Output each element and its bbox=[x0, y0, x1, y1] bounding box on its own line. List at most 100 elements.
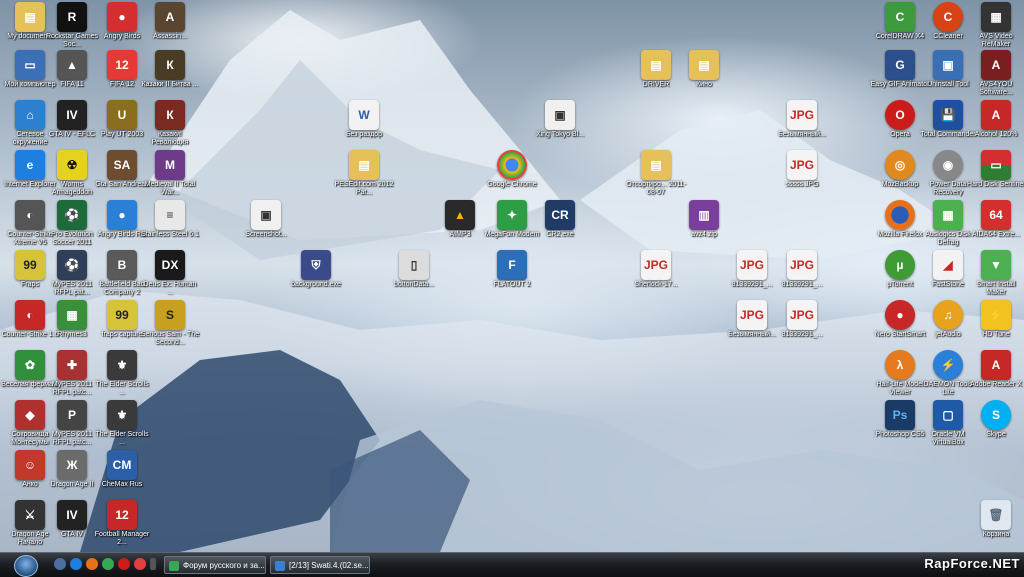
desktop-icon-stainless-steel[interactable]: ≡ Stainless Steel 6.1 bbox=[140, 200, 200, 239]
battlefield-icon: B bbox=[107, 250, 137, 280]
show-desktop-icon[interactable] bbox=[54, 558, 66, 570]
recycle-bin-icon: 🗑 bbox=[981, 500, 1011, 530]
desktop-icon-bottondata[interactable]: ▯ bottonData... bbox=[384, 250, 444, 289]
desktop-icon-otsortirovano[interactable]: ▤ Отсортиро... 2011-08-07 bbox=[626, 150, 686, 197]
game-character-icon: ☺ bbox=[15, 450, 45, 480]
folder-icon: ▤ bbox=[641, 50, 671, 80]
desktop-icon-deus-ex[interactable]: DX Deus Ex: Human ... bbox=[140, 250, 200, 297]
chrome-icon bbox=[169, 561, 179, 571]
jpg-file-icon: JPG bbox=[787, 300, 817, 330]
icon-label: Stainless Steel 6.1 bbox=[141, 231, 199, 238]
firefox-icon bbox=[885, 200, 915, 230]
deus-ex-icon: DX bbox=[155, 250, 185, 280]
chrome-quicklaunch-icon[interactable] bbox=[102, 558, 114, 570]
opera-quicklaunch-icon[interactable] bbox=[118, 558, 130, 570]
desktop-icon-avz-zip[interactable]: ▥ avz4.zip bbox=[674, 200, 734, 239]
unreal-icon: U bbox=[107, 100, 137, 130]
assassin-icon: A bbox=[155, 2, 185, 32]
desktop-icon-aida64[interactable]: 64 AIDA64 Extre... bbox=[966, 200, 1024, 239]
jpg-file-icon: JPG bbox=[787, 250, 817, 280]
desktop-icon-cr2[interactable]: CR CR2.exe bbox=[530, 200, 590, 239]
desktop-icon-kazaki-revolution[interactable]: К Казаки! Революция bbox=[140, 100, 200, 147]
icon-label: sssss.JPG bbox=[785, 181, 819, 188]
installer-icon: ▼ bbox=[981, 250, 1011, 280]
desktop-icon-skype[interactable]: S Skype bbox=[966, 400, 1024, 439]
desktop-icon-hard-disk-sentinel[interactable]: ▭ Hard Disk Sentinel bbox=[966, 150, 1024, 189]
desktop-icon-kino-folder[interactable]: ▤ Кино bbox=[674, 50, 734, 89]
desktop-icon-pesedit[interactable]: ▤ PESEdit.com 2012 Pat... bbox=[334, 150, 394, 197]
desktop-icon-xing[interactable]: ▣ Xing Tokyo Bl... bbox=[530, 100, 590, 139]
desktop-icon-jpg-1[interactable]: JPG Безымянный... bbox=[772, 100, 832, 139]
desktop-icon-google-chrome[interactable]: Google Chrome bbox=[482, 150, 542, 189]
desktop-icon-smart-install[interactable]: ▼ Smart Install Maker bbox=[966, 250, 1024, 297]
desktop-icon-background-exe[interactable]: ⛨ background.exe bbox=[286, 250, 346, 289]
taskbar: Форум русского и за... [2/13] Swati.4.(0… bbox=[0, 552, 1024, 577]
computer-icon: ▭ bbox=[15, 50, 45, 80]
gta-icon: SA bbox=[107, 150, 137, 180]
desktop-icon-alcohol[interactable]: A Alcohol 120% bbox=[966, 100, 1024, 139]
ccleaner-icon: C bbox=[933, 2, 963, 32]
icon-label: Xing Tokyo Bl... bbox=[535, 131, 585, 138]
desktop-icon-jpg-6[interactable]: JPG 81339291_... bbox=[772, 300, 832, 339]
gta-icon: IV bbox=[57, 500, 87, 530]
icon-label: Adobe Reader X bbox=[970, 381, 1022, 388]
desktop-icon-recycle-bin[interactable]: 🗑 Корзина bbox=[966, 500, 1024, 539]
icon-label: 81339291_... bbox=[781, 281, 823, 288]
desktop-icon-medieval[interactable]: M Medieval II Total War... bbox=[140, 150, 200, 197]
coreldraw-icon: C bbox=[885, 2, 915, 32]
taskbar-button-swati[interactable]: [2/13] Swati.4.(02.se... bbox=[270, 556, 370, 574]
film-icon: ▦ bbox=[981, 2, 1011, 32]
network-icon: ⌂ bbox=[15, 100, 45, 130]
desktop-icon-flatout[interactable]: F FLATOUT 2 bbox=[482, 250, 542, 289]
desktop-icon-jpg-2[interactable]: JPG sssss.JPG bbox=[772, 150, 832, 189]
desktop-icon-serious-sam[interactable]: S Serious Sam - The Second... bbox=[140, 300, 200, 347]
desktop-icon-chemax[interactable]: CM CheMax Rus bbox=[92, 450, 152, 489]
word-document-icon: W bbox=[349, 100, 379, 130]
taskbar-button-forum[interactable]: Форум русского и за... bbox=[164, 556, 266, 574]
jpg-file-icon: JPG bbox=[737, 250, 767, 280]
icon-label: background.exe bbox=[291, 281, 341, 288]
desktop-icon-assassin[interactable]: A Assassin... bbox=[140, 2, 200, 41]
icon-label: Alcohol 120% bbox=[974, 131, 1018, 138]
icon-label: Отсортиро... 2011-08-07 bbox=[626, 181, 686, 196]
desktop-icon-bes-razdor[interactable]: W Без раздор bbox=[334, 100, 394, 139]
hard-disk-icon: ▭ bbox=[981, 150, 1011, 180]
jpg-file-icon: JPG bbox=[787, 100, 817, 130]
desktop-icon-elder-scrolls-2[interactable]: ⚜ The Elder Scrolls ... bbox=[92, 400, 152, 447]
icon-label: AVS4YOU Software... bbox=[979, 81, 1013, 96]
desktop-icon-jpg-5[interactable]: JPG 81339291_... bbox=[772, 250, 832, 289]
chemax-icon: CM bbox=[107, 450, 137, 480]
icon-label: Sherlock-17... bbox=[634, 281, 678, 288]
desktop-icon-hd-tune[interactable]: ⚡ HD Tune bbox=[966, 300, 1024, 339]
icon-label: Serious Sam - The Second... bbox=[140, 331, 200, 346]
archive-icon: ▥ bbox=[689, 200, 719, 230]
desktop-icon-aimp3[interactable]: ▲ AIMP3 bbox=[430, 200, 490, 239]
icon-label: Google Chrome bbox=[487, 181, 537, 188]
daemon-tools-icon: ⚡ bbox=[933, 350, 963, 380]
kazaki-icon: К bbox=[155, 100, 185, 130]
fraps-icon: 99 bbox=[107, 300, 137, 330]
desktop-icon-adobe-reader[interactable]: A Adobe Reader X bbox=[966, 350, 1024, 389]
chrome-icon bbox=[497, 150, 527, 180]
desktop-icon-elder-scrolls-1[interactable]: ⚜ The Elder Scrolls ... bbox=[92, 350, 152, 397]
desktop-icon-avs-video[interactable]: ▦ AVS Video ReMaker bbox=[966, 2, 1024, 49]
taskbar-button-label: Форум русского и за... bbox=[183, 561, 265, 570]
chevron-more-icon[interactable] bbox=[150, 558, 156, 570]
media-quicklaunch-icon[interactable] bbox=[134, 558, 146, 570]
icon-label: Безымянный... bbox=[778, 131, 826, 138]
desktop-icon-sherlock[interactable]: JPG Sherlock-17... bbox=[626, 250, 686, 289]
disk-recovery-icon: ◉ bbox=[933, 150, 963, 180]
icon-label: CR2.exe bbox=[546, 231, 574, 238]
desktop-icon-football-manager[interactable]: 12 Football Manager 2... bbox=[92, 500, 152, 547]
firefox-quicklaunch-icon[interactable] bbox=[86, 558, 98, 570]
start-button[interactable] bbox=[14, 555, 38, 577]
elder-scrolls-icon: ⚜ bbox=[107, 350, 137, 380]
desktop-icon-screenshot[interactable]: ▣ Screenshot... bbox=[236, 200, 296, 239]
serious-sam-icon: S bbox=[155, 300, 185, 330]
nero-icon: ● bbox=[885, 300, 915, 330]
icon-label: Кино bbox=[696, 81, 712, 88]
jpg-file-icon: JPG bbox=[737, 300, 767, 330]
desktop-icon-avs-software[interactable]: A AVS4YOU Software... bbox=[966, 50, 1024, 97]
desktop-icon-kazaki[interactable]: К Казаки II Битва ... bbox=[140, 50, 200, 89]
ie-quicklaunch-icon[interactable] bbox=[70, 558, 82, 570]
